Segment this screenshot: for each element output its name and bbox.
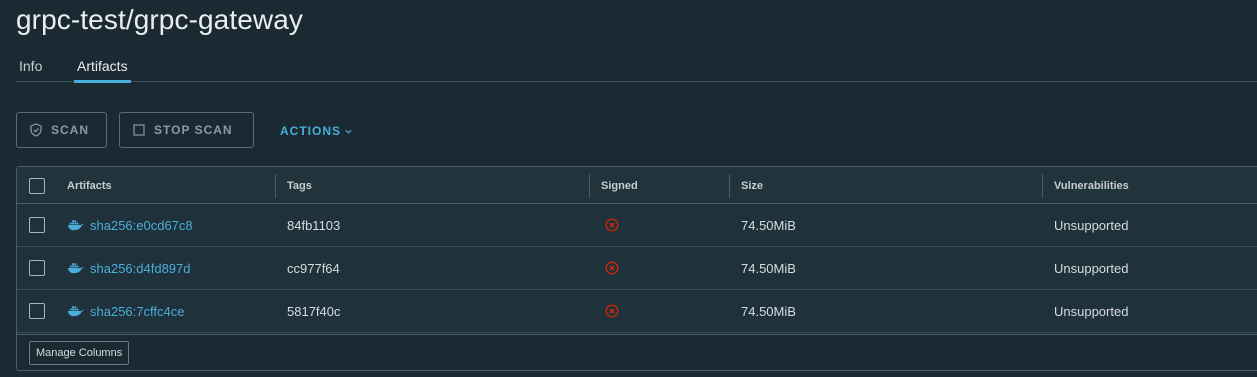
- error-circle-icon: [605, 261, 619, 275]
- tab-info[interactable]: Info: [19, 58, 42, 74]
- row-checkbox[interactable]: [29, 217, 45, 233]
- signed-cell: [589, 290, 619, 332]
- stop-scan-button[interactable]: STOP SCAN: [119, 112, 254, 148]
- tag-cell: 5817f40c: [287, 303, 341, 319]
- row-checkbox[interactable]: [29, 260, 45, 276]
- table-row[interactable]: sha256:e0cd67c8 84fb1103 74.50MiB Unsupp…: [17, 204, 1257, 247]
- artifacts-datagrid: Artifacts Tags Signed Size Vulnerabiliti…: [16, 166, 1257, 371]
- chevron-down-icon: [345, 129, 352, 134]
- column-header-size[interactable]: Size: [729, 167, 763, 204]
- signed-cell: [589, 247, 619, 289]
- artifact-cell: sha256:7cffc4ce: [55, 290, 184, 332]
- error-circle-icon: [605, 218, 619, 232]
- actions-label: ACTIONS: [280, 124, 341, 138]
- tab-bar: Info Artifacts: [16, 52, 1257, 83]
- shield-icon: [30, 123, 42, 137]
- tag-cell: cc977f64: [287, 260, 340, 276]
- table-row[interactable]: sha256:d4fd897d cc977f64 74.50MiB Unsupp…: [17, 247, 1257, 290]
- column-header-signed[interactable]: Signed: [589, 167, 638, 204]
- artifact-digest-link[interactable]: sha256:7cffc4ce: [90, 304, 184, 319]
- vulnerabilities-cell: Unsupported: [1054, 217, 1129, 233]
- artifact-cell: sha256:d4fd897d: [55, 247, 190, 289]
- docker-icon: [67, 263, 84, 274]
- table-row[interactable]: sha256:7cffc4ce 5817f40c 74.50MiB Unsupp…: [17, 290, 1257, 333]
- column-header-vulnerabilities[interactable]: Vulnerabilities: [1042, 167, 1129, 204]
- grid-footer: Manage Columns: [17, 334, 1257, 371]
- scan-button[interactable]: SCAN: [16, 112, 107, 148]
- vulnerabilities-cell: Unsupported: [1054, 260, 1129, 276]
- stop-scan-label: STOP SCAN: [154, 123, 233, 137]
- docker-icon: [67, 306, 84, 317]
- artifact-digest-link[interactable]: sha256:d4fd897d: [90, 261, 190, 276]
- row-checkbox[interactable]: [29, 303, 45, 319]
- size-cell: 74.50MiB: [741, 303, 796, 319]
- artifact-cell: sha256:e0cd67c8: [55, 204, 193, 246]
- actions-dropdown[interactable]: ACTIONS: [280, 124, 353, 138]
- grid-header: Artifacts Tags Signed Size Vulnerabiliti…: [17, 167, 1257, 204]
- select-all-checkbox[interactable]: [29, 178, 45, 194]
- column-header-tags[interactable]: Tags: [275, 167, 312, 204]
- column-header-artifacts[interactable]: Artifacts: [55, 167, 112, 204]
- size-cell: 74.50MiB: [741, 260, 796, 276]
- scan-label: SCAN: [51, 123, 90, 137]
- page-title: grpc-test/grpc-gateway: [16, 4, 303, 35]
- size-cell: 74.50MiB: [741, 217, 796, 233]
- error-circle-icon: [605, 304, 619, 318]
- tab-artifacts[interactable]: Artifacts: [74, 58, 131, 83]
- square-icon: [133, 124, 145, 136]
- signed-cell: [589, 204, 619, 246]
- vulnerabilities-cell: Unsupported: [1054, 303, 1129, 319]
- tag-cell: 84fb1103: [287, 217, 341, 233]
- manage-columns-button[interactable]: Manage Columns: [29, 341, 130, 365]
- docker-icon: [67, 220, 84, 231]
- artifact-digest-link[interactable]: sha256:e0cd67c8: [90, 218, 193, 233]
